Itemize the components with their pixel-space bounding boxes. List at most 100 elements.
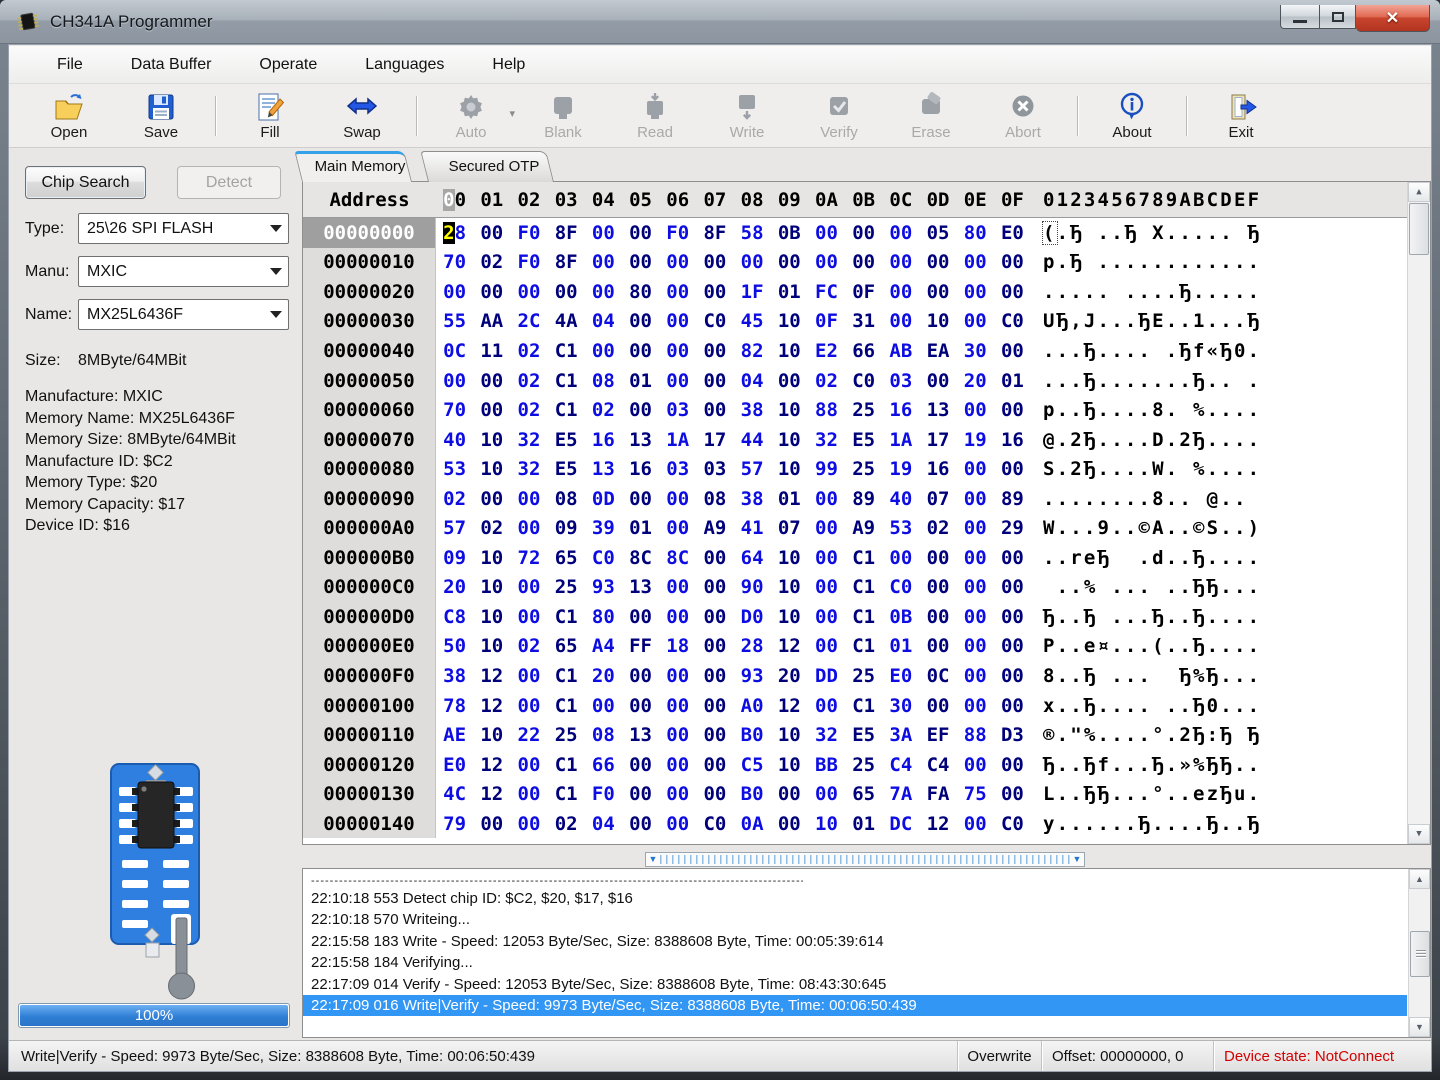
- hex-byte[interactable]: 00: [659, 517, 696, 539]
- hex-byte[interactable]: 25: [845, 399, 882, 421]
- hex-byte[interactable]: 00: [473, 222, 510, 244]
- hex-byte[interactable]: 38: [734, 488, 771, 510]
- hex-byte[interactable]: 08: [585, 370, 622, 392]
- hex-byte[interactable]: 02: [808, 370, 845, 392]
- hex-byte[interactable]: 82: [734, 340, 771, 362]
- hex-byte[interactable]: 00: [771, 783, 808, 805]
- hex-byte[interactable]: 00: [957, 813, 994, 835]
- hex-byte[interactable]: E5: [845, 724, 882, 746]
- hex-byte[interactable]: 13: [585, 458, 622, 480]
- hex-byte[interactable]: 10: [771, 606, 808, 628]
- hex-byte[interactable]: 70: [436, 399, 473, 421]
- hex-byte[interactable]: 00: [622, 340, 659, 362]
- hex-byte[interactable]: C0: [994, 813, 1031, 835]
- hex-address[interactable]: 000000E0: [303, 632, 436, 662]
- hex-byte[interactable]: 4C: [436, 783, 473, 805]
- hex-byte[interactable]: 00: [957, 281, 994, 303]
- hex-byte[interactable]: AB: [882, 340, 919, 362]
- hex-byte[interactable]: 64: [734, 547, 771, 569]
- hex-byte[interactable]: 70: [436, 251, 473, 273]
- hex-byte[interactable]: 00: [771, 251, 808, 273]
- hex-byte[interactable]: 66: [585, 754, 622, 776]
- ascii-text[interactable]: Ђ..Ђf...Ђ.»%ЂЂ..: [1043, 754, 1261, 776]
- hex-byte[interactable]: 00: [659, 251, 696, 273]
- hex-byte[interactable]: 8C: [622, 547, 659, 569]
- hex-byte[interactable]: 00: [994, 340, 1031, 362]
- hex-address[interactable]: 00000030: [303, 307, 436, 337]
- hex-byte[interactable]: 12: [473, 695, 510, 717]
- manu-select[interactable]: MXIC: [78, 256, 289, 287]
- minimize-button[interactable]: [1280, 5, 1320, 29]
- hex-byte[interactable]: 93: [585, 576, 622, 598]
- hex-byte[interactable]: 10: [771, 399, 808, 421]
- menu-item-data-buffer[interactable]: Data Buffer: [107, 47, 236, 83]
- hex-byte[interactable]: 00: [696, 783, 733, 805]
- ascii-text[interactable]: ........8.. @..: [1043, 488, 1261, 510]
- hex-byte[interactable]: 65: [845, 783, 882, 805]
- log-line[interactable]: 22:17:09 014 Verify - Speed: 12053 Byte/…: [303, 974, 1407, 995]
- log-line[interactable]: 22:15:58 184 Verifying...: [303, 952, 1407, 973]
- hex-byte[interactable]: 0F: [845, 281, 882, 303]
- hex-byte[interactable]: 00: [808, 547, 845, 569]
- hex-byte[interactable]: 28: [734, 635, 771, 657]
- hex-byte[interactable]: 00: [919, 281, 956, 303]
- hex-byte[interactable]: B0: [734, 724, 771, 746]
- hex-byte[interactable]: 10: [808, 813, 845, 835]
- hex-byte[interactable]: 00: [919, 606, 956, 628]
- hex-byte[interactable]: 03: [659, 458, 696, 480]
- hex-byte[interactable]: C1: [548, 370, 585, 392]
- hex-byte[interactable]: 00: [994, 547, 1031, 569]
- hex-byte[interactable]: C1: [845, 576, 882, 598]
- hex-byte[interactable]: 00: [994, 399, 1031, 421]
- hex-byte[interactable]: 02: [436, 488, 473, 510]
- hex-byte[interactable]: 00: [957, 310, 994, 332]
- hex-byte[interactable]: E5: [845, 429, 882, 451]
- hex-byte[interactable]: 00: [622, 222, 659, 244]
- hex-byte[interactable]: 89: [994, 488, 1031, 510]
- hex-byte[interactable]: D3: [994, 724, 1031, 746]
- chevron-down-icon[interactable]: [264, 257, 288, 286]
- ascii-text[interactable]: ..% ... ..ЂЂ...: [1043, 576, 1261, 598]
- hex-byte[interactable]: 53: [436, 458, 473, 480]
- menu-item-languages[interactable]: Languages: [341, 47, 468, 83]
- hex-address[interactable]: 000000D0: [303, 602, 436, 632]
- hex-byte[interactable]: 02: [585, 399, 622, 421]
- hex-byte[interactable]: 19: [957, 429, 994, 451]
- chevron-down-icon[interactable]: [264, 300, 288, 329]
- hex-byte[interactable]: 00: [845, 222, 882, 244]
- hex-byte[interactable]: 80: [585, 606, 622, 628]
- hex-byte[interactable]: 00: [659, 370, 696, 392]
- hex-byte[interactable]: C1: [845, 547, 882, 569]
- hex-byte[interactable]: 00: [808, 635, 845, 657]
- hex-address[interactable]: 00000020: [303, 277, 436, 307]
- hex-byte[interactable]: 00: [659, 281, 696, 303]
- hex-address[interactable]: 000000A0: [303, 513, 436, 543]
- hex-byte[interactable]: 00: [622, 310, 659, 332]
- hex-byte[interactable]: 0D: [585, 488, 622, 510]
- log-line[interactable]: 22:17:09 016 Write|Verify - Speed: 9973 …: [303, 995, 1407, 1016]
- hex-byte[interactable]: 00: [994, 576, 1031, 598]
- hex-scrollbar-thumb[interactable]: [1409, 203, 1429, 255]
- hex-byte[interactable]: 00: [696, 754, 733, 776]
- hex-address[interactable]: 00000070: [303, 425, 436, 455]
- hex-byte[interactable]: 1A: [882, 429, 919, 451]
- hex-byte[interactable]: 00: [659, 724, 696, 746]
- hex-byte[interactable]: F0: [659, 222, 696, 244]
- hex-byte[interactable]: 00: [510, 606, 547, 628]
- hex-byte[interactable]: FC: [808, 281, 845, 303]
- hex-byte[interactable]: F0: [510, 222, 547, 244]
- hex-byte[interactable]: 00: [994, 635, 1031, 657]
- ascii-text[interactable]: ..reЂ .d..Ђ....: [1043, 547, 1261, 569]
- hex-byte[interactable]: 58: [734, 222, 771, 244]
- ascii-text[interactable]: ..... ....Ђ.....: [1043, 281, 1261, 303]
- hex-byte[interactable]: 02: [473, 517, 510, 539]
- name-select[interactable]: MX25L6436F: [78, 299, 289, 330]
- hex-byte[interactable]: 57: [734, 458, 771, 480]
- hex-byte[interactable]: 00: [696, 635, 733, 657]
- hex-byte[interactable]: 00: [696, 399, 733, 421]
- hex-byte[interactable]: 44: [734, 429, 771, 451]
- hex-byte[interactable]: C1: [548, 399, 585, 421]
- hex-byte[interactable]: 13: [622, 576, 659, 598]
- hex-vertical-scrollbar[interactable]: ▲ ▼: [1407, 182, 1430, 844]
- hex-byte[interactable]: 01: [771, 488, 808, 510]
